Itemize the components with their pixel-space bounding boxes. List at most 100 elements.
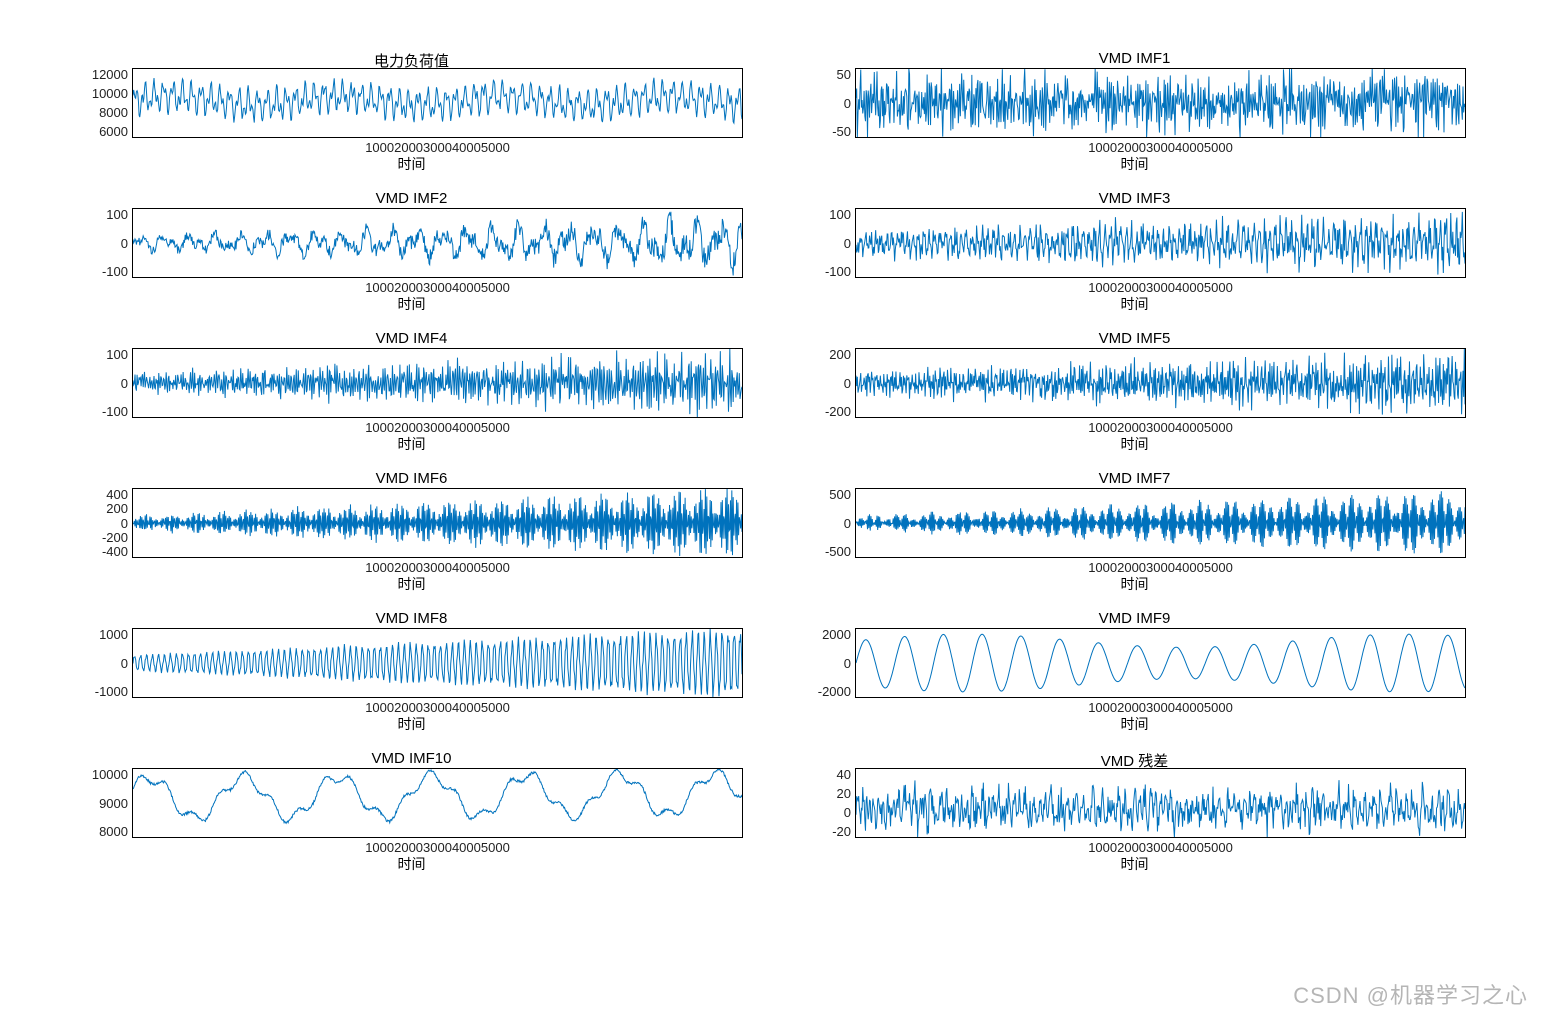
plot-row: 1000-100	[80, 348, 743, 418]
y-tick-label: 100	[829, 208, 851, 221]
x-tick-label: 2000	[1117, 840, 1146, 854]
y-tick-label: -1000	[95, 685, 128, 698]
x-ticks: 10002000300040005000	[1082, 560, 1239, 574]
x-tick-label: 2000	[1117, 280, 1146, 294]
subplot-res: VMD 残差40200-2010002000300040005000时间	[803, 750, 1466, 870]
x-tick-label: 4000	[452, 140, 481, 154]
y-tick-label: -2000	[818, 685, 851, 698]
x-tick-label: 5000	[481, 560, 510, 574]
axes[interactable]	[855, 628, 1466, 698]
x-ticks: 10002000300040005000	[359, 560, 516, 574]
axes[interactable]	[855, 68, 1466, 138]
x-tick-label: 3000	[423, 700, 452, 714]
plot-row: 5000-500	[803, 488, 1466, 558]
x-tick-label: 2000	[394, 840, 423, 854]
y-tick-label: 1000	[99, 628, 128, 641]
y-ticks: 1000-100	[80, 348, 132, 418]
x-tick-label: 5000	[1204, 140, 1233, 154]
y-tick-label: 0	[844, 377, 851, 390]
y-tick-label: 200	[106, 502, 128, 515]
subplot-imf1: VMD IMF1 500-50 10002000300040005000时间	[803, 50, 1466, 170]
x-ticks: 10002000300040005000	[1082, 700, 1239, 714]
y-tick-label: 0	[844, 806, 851, 819]
x-tick-label: 3000	[423, 280, 452, 294]
x-tick-label: 3000	[423, 140, 452, 154]
x-tick-label: 4000	[1175, 140, 1204, 154]
plot-row: 10000-1000	[80, 628, 743, 698]
y-tick-label: 10000	[92, 87, 128, 100]
subplot-title: VMD IMF2	[376, 190, 448, 206]
x-label: 时间	[1121, 154, 1149, 170]
axes[interactable]	[132, 768, 743, 838]
axes[interactable]	[855, 488, 1466, 558]
subplot-title: VMD IMF10	[371, 750, 451, 766]
subplot-imf2: VMD IMF21000-10010002000300040005000时间	[80, 190, 743, 310]
x-tick-label: 1000	[1088, 420, 1117, 434]
axes[interactable]	[855, 768, 1466, 838]
axes[interactable]	[132, 488, 743, 558]
y-tick-label: 6000	[99, 125, 128, 138]
y-tick-label: -200	[102, 531, 128, 544]
x-tick-label: 5000	[1204, 840, 1233, 854]
x-label: 时间	[1121, 854, 1149, 870]
plot-row: 2000-200	[803, 348, 1466, 418]
y-tick-label: 9000	[99, 797, 128, 810]
x-tick-label: 5000	[481, 140, 510, 154]
signal-line	[133, 629, 742, 697]
x-tick-label: 2000	[394, 140, 423, 154]
y-tick-label: 0	[844, 657, 851, 670]
x-tick-label: 5000	[481, 280, 510, 294]
axes[interactable]	[855, 348, 1466, 418]
subplot-imf5: VMD IMF52000-20010002000300040005000时间	[803, 330, 1466, 450]
signal-line	[856, 629, 1465, 697]
x-tick-label: 4000	[1175, 280, 1204, 294]
x-tick-label: 1000	[365, 560, 394, 574]
x-label: 时间	[1121, 574, 1149, 590]
x-ticks: 10002000300040005000	[1082, 140, 1239, 154]
subplot-title: VMD IMF1	[1099, 50, 1171, 66]
x-tick-label: 2000	[1117, 700, 1146, 714]
axes[interactable]	[132, 348, 743, 418]
subplot-title: VMD IMF3	[1099, 190, 1171, 206]
y-ticks: 1000-100	[80, 208, 132, 278]
y-tick-label: 100	[106, 208, 128, 221]
subplot-title: 电力负荷值	[374, 50, 449, 66]
y-tick-label: -20	[832, 825, 851, 838]
y-tick-label: -50	[832, 125, 851, 138]
x-label: 时间	[398, 574, 426, 590]
y-tick-label: 20	[837, 787, 851, 800]
x-tick-label: 3000	[1146, 420, 1175, 434]
y-tick-label: -100	[102, 405, 128, 418]
x-tick-label: 3000	[1146, 280, 1175, 294]
x-ticks: 10002000300040005000	[359, 420, 516, 434]
y-ticks: 500-50	[803, 68, 855, 138]
plot-row: 40200-20	[803, 768, 1466, 838]
y-tick-label: 500	[829, 488, 851, 501]
x-label: 时间	[398, 294, 426, 310]
x-tick-label: 4000	[452, 420, 481, 434]
x-tick-label: 4000	[1175, 420, 1204, 434]
x-tick-label: 2000	[1117, 560, 1146, 574]
x-tick-label: 4000	[1175, 700, 1204, 714]
subplot-imf4: VMD IMF41000-10010002000300040005000时间	[80, 330, 743, 450]
axes[interactable]	[132, 68, 743, 138]
subplot-orig: 电力负荷值12000100008000600010002000300040005…	[80, 50, 743, 170]
subplot-title: VMD 残差	[1101, 750, 1169, 766]
x-tick-label: 5000	[1204, 280, 1233, 294]
x-ticks: 10002000300040005000	[1082, 280, 1239, 294]
x-tick-label: 5000	[1204, 700, 1233, 714]
x-tick-label: 3000	[1146, 140, 1175, 154]
x-tick-label: 5000	[481, 700, 510, 714]
subplot-title: VMD IMF7	[1099, 470, 1171, 486]
y-ticks: 120001000080006000	[80, 68, 132, 138]
axes[interactable]	[132, 208, 743, 278]
x-label: 时间	[1121, 714, 1149, 730]
y-ticks: 5000-500	[803, 488, 855, 558]
axes[interactable]	[855, 208, 1466, 278]
y-tick-label: 0	[121, 517, 128, 530]
y-tick-label: 10000	[92, 768, 128, 781]
x-label: 时间	[398, 434, 426, 450]
x-label: 时间	[398, 854, 426, 870]
plot-row: 1000-100	[80, 208, 743, 278]
axes[interactable]	[132, 628, 743, 698]
